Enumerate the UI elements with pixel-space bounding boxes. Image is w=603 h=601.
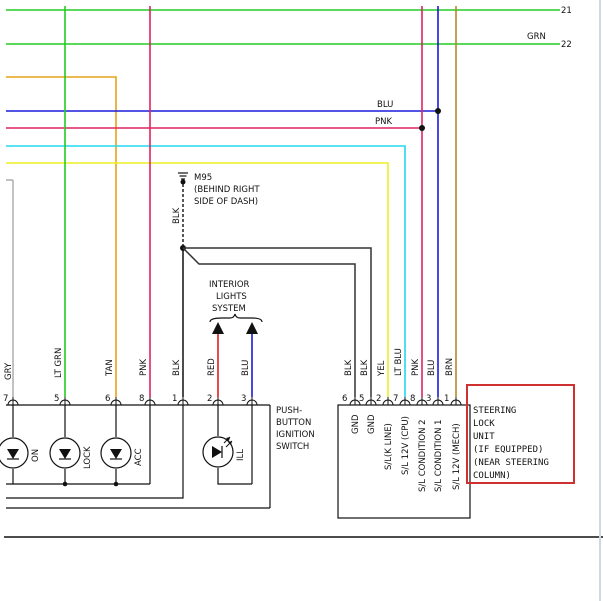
lock-pin-8: 8: [410, 394, 415, 404]
lock-func-gnd-5: GND: [367, 414, 377, 434]
wire-22-label: 22: [561, 40, 572, 50]
lock-pin-2: 2: [376, 394, 381, 404]
lock-wire-color-blk5: BLK: [360, 359, 370, 376]
ground-location-2: SIDE OF DASH): [194, 197, 258, 207]
steering-lock-label-2: LOCK: [473, 419, 495, 429]
sw-pin-7: 7: [3, 394, 8, 404]
wire-22-color-label: GRN: [527, 32, 546, 42]
lock-wire-color-brn: BRN: [445, 358, 455, 376]
switch-name-1: PUSH-: [276, 406, 302, 416]
sw-pin-5: 5: [54, 394, 59, 404]
lock-pin-1: 1: [444, 394, 449, 404]
lock-pin-5: 5: [359, 394, 364, 404]
steering-lock-label-4: (IF EQUIPPED): [473, 445, 543, 455]
ground-location-1: (BEHIND RIGHT: [194, 185, 260, 195]
pnk-label: PNK: [375, 117, 392, 127]
sw-wire-color-red: RED: [207, 358, 217, 376]
sw-pin-3: 3: [241, 394, 246, 404]
ground-wire-label: BLK: [172, 207, 182, 224]
lock-wire-color-blu: BLU: [427, 360, 437, 376]
sw-wire-color-blu: BLU: [241, 360, 251, 376]
switch-junction-acc: [113, 481, 119, 487]
led-ill-label: ILL: [236, 449, 246, 461]
interior-lights-label-2: LIGHTS: [216, 292, 247, 302]
lock-pin-7: 7: [393, 394, 398, 404]
interior-lights-label-3: SYSTEM: [212, 304, 246, 314]
steering-lock-label-3: UNIT: [473, 432, 495, 442]
sw-pin-2: 2: [207, 394, 212, 404]
steering-lock-label-6: COLUMN): [473, 471, 511, 481]
switch-junction-lock: [62, 481, 68, 487]
switch-name-2: BUTTON: [276, 418, 311, 428]
ground-id: M95: [194, 173, 212, 183]
lock-func-cond-2: S/L CONDITION 2: [418, 419, 428, 492]
lock-func-12v-mech: S/L 12V (MECH): [452, 423, 462, 490]
sw-wire-color-pnk: PNK: [139, 359, 149, 376]
led-ill-icon: [202, 436, 234, 468]
interior-lights-label-1: INTERIOR: [209, 280, 250, 290]
led-on-icon: [0, 437, 29, 469]
switch-name-3: IGNITION: [276, 430, 315, 440]
lock-wire-color-pnk: PNK: [411, 359, 421, 376]
lock-pin-3: 3: [426, 394, 431, 404]
sw-pin-6: 6: [105, 394, 110, 404]
sw-pin-1: 1: [172, 394, 177, 404]
lock-func-gnd-6: GND: [351, 414, 361, 434]
sw-pin-8: 8: [139, 394, 144, 404]
lock-wire-color-blk6: BLK: [344, 359, 354, 376]
led-lock-icon: [49, 437, 81, 469]
lock-func-cond-1: S/L CONDITION 1: [434, 419, 444, 492]
led-acc-label: ACC: [134, 448, 144, 466]
led-lock-label: LOCK: [83, 446, 93, 469]
splice-blu: [435, 108, 441, 114]
steering-lock-label-5: (NEAR STEERING: [473, 458, 549, 468]
blu-label: BLU: [377, 100, 393, 110]
wiring-diagram: 21 GRN 22 BLU PNK M95 (BEHIND RIGHT SIDE…: [0, 0, 603, 601]
sw-wire-color-blk: BLK: [172, 359, 182, 376]
lock-func-kline: S/L(K LINE): [384, 423, 394, 470]
lock-func-12v-cpu: S/L 12V (CPU): [401, 416, 411, 475]
lock-pin-6: 6: [342, 394, 347, 404]
switch-name-4: SWITCH: [276, 442, 309, 452]
lock-wire-color-ltblu: LT BLU: [394, 348, 404, 376]
steering-lock-label-1: STEERING: [473, 406, 516, 416]
ground-dot: [180, 179, 186, 185]
sw-wire-color-gry: GRY: [4, 362, 14, 380]
sw-wire-color-ltgrn: LT GRN: [54, 348, 64, 378]
sw-wire-color-tan: TAN: [105, 359, 115, 377]
splice-pnk: [419, 125, 425, 131]
led-acc-icon: [100, 437, 132, 469]
wire-21-label: 21: [561, 6, 572, 16]
led-on-label: ON: [31, 449, 41, 462]
lock-wire-color-yel: YEL: [377, 360, 387, 377]
